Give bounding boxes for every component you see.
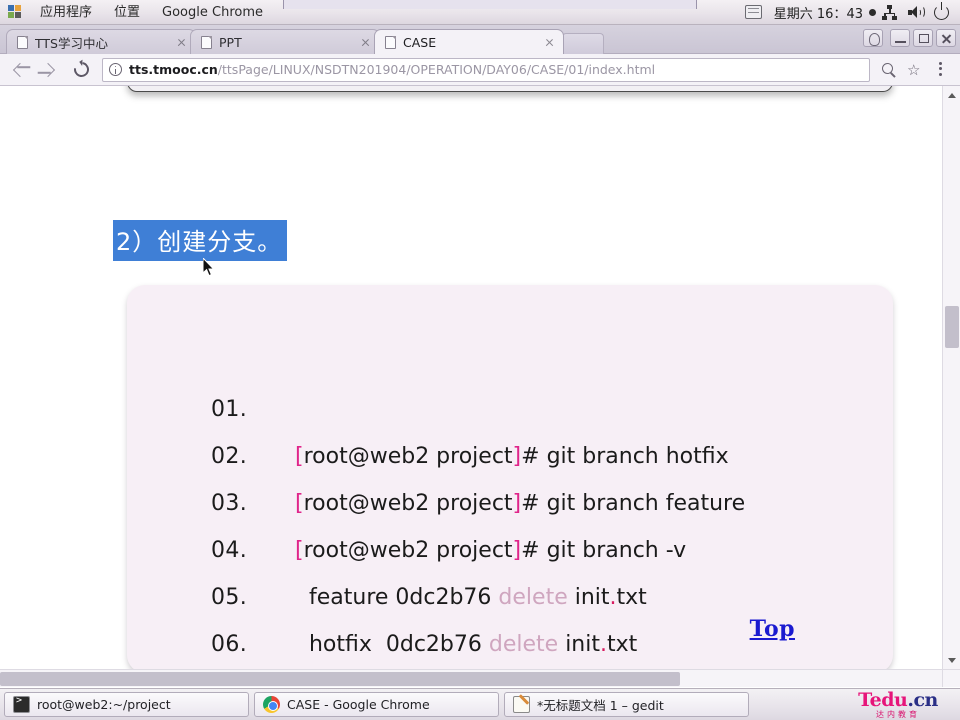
panel-menu-group: 应用程序 位置 Google Chrome [0,0,274,24]
tedu-logo-part1: Tedu [858,688,908,711]
url-text: tts.tmooc.cn/ttsPage/LINUX/NSDTN201904/O… [129,62,655,77]
new-tab-button[interactable] [562,33,604,54]
tab-ppt[interactable]: PPT [190,29,380,54]
tab-label: TTS学习中心 [35,35,108,51]
taskbar-item-label: root@web2:~/project [37,697,171,712]
site-info-icon[interactable] [109,63,122,76]
url-domain: tts.tmooc.cn [129,62,218,77]
browser-toolbar: tts.tmooc.cn/ttsPage/LINUX/NSDTN201904/O… [0,54,960,86]
document-icon [17,35,28,49]
horizontal-scrollbar[interactable] [0,669,942,687]
reload-icon[interactable] [66,55,96,85]
tab-close-icon[interactable] [542,35,557,50]
keyboard-indicator-icon[interactable] [740,0,766,25]
tedu-logo-part2: .cn [907,688,938,711]
three-dot-menu-icon[interactable] [928,57,954,83]
line-content: hotfix 0dc2b76 delete init.txt [295,632,638,657]
gedit-icon [513,696,530,713]
recording-dot-icon [869,8,876,16]
panel-menu-places[interactable]: 位置 [103,0,151,25]
tab-label: CASE [403,34,437,50]
page-heading-selected: 2）创建分支。 [113,220,288,261]
taskbar-item-label: *无标题文档 1 – gedit [537,698,664,713]
code-line: 05. hotfix 0dc2b76 delete init.txt [127,527,893,657]
tedu-logo-text: Tedu.cn [858,688,938,711]
scroll-down-arrow-icon[interactable] [943,651,960,669]
line-number: 06. [211,632,248,657]
tab-close-icon[interactable] [358,35,373,50]
star-bookmark-icon[interactable]: ☆ [902,57,928,83]
tab-tts-learning-center[interactable]: TTS学习中心 [6,29,196,54]
minimize-icon[interactable] [890,29,910,47]
tab-strip: TTS学习中心 PPT CASE [0,25,960,54]
panel-menu-applications[interactable]: 应用程序 [29,0,103,25]
terminal-icon [13,695,30,713]
background-window-fragment [283,0,697,9]
code-line: 06. * master 0dc2b76 delete init.txt [127,574,893,687]
mouse-cursor-icon [202,256,215,277]
window-controls [863,29,956,47]
document-icon [385,35,396,49]
panel-clock[interactable]: 星期六 16：43 [766,3,871,22]
taskbar-item-label: CASE - Google Chrome [287,697,430,712]
volume-icon[interactable] [902,0,928,25]
power-icon[interactable] [928,0,954,25]
page-content: 2）创建分支。 01. [root@web2 project]# git bra… [0,86,942,687]
panel-menu-google-chrome[interactable]: Google Chrome [151,0,274,25]
back-arrow-icon[interactable] [6,55,36,85]
scroll-up-arrow-icon[interactable] [943,86,960,104]
taskbar-item-chrome[interactable]: CASE - Google Chrome [254,692,499,717]
address-bar[interactable]: tts.tmooc.cn/ttsPage/LINUX/NSDTN201904/O… [102,57,870,82]
chrome-window: TTS学习中心 PPT CASE tts.tmooc.cn/ttsPage/LI… [0,25,960,688]
page-viewport: 2）创建分支。 01. [root@web2 project]# git bra… [0,86,960,687]
gnome-applications-logo-icon [8,5,24,19]
tab-case[interactable]: CASE [374,29,564,54]
window-list-taskbar: root@web2:~/project CASE - Google Chrome… [0,688,960,720]
url-path: /ttsPage/LINUX/NSDTN201904/OPERATION/DAY… [217,62,656,77]
tab-close-icon[interactable] [174,35,189,50]
tedu-logo-sub: 达内教育 [876,709,920,719]
taskbar-item-gedit[interactable]: *无标题文档 1 – gedit [504,692,749,717]
code-block: 01. [root@web2 project]# git branch hotf… [127,285,893,687]
vertical-scrollbar[interactable] [942,86,960,669]
document-icon [201,35,212,49]
top-anchor-link[interactable]: Top [750,616,795,642]
code-line: 04. feature 0dc2b76 delete init.txt [127,480,893,610]
previous-code-box-clipped [127,86,893,92]
chrome-icon [263,696,280,713]
vertical-scrollbar-thumb[interactable] [945,306,959,348]
code-line: 01. [root@web2 project]# git branch hotf… [127,339,893,469]
tedu-logo: Tedu.cn 达内教育 [844,690,952,720]
close-icon[interactable] [936,29,956,47]
scrollbar-corner [942,669,960,687]
code-line: 02. [root@web2 project]# git branch feat… [127,386,893,516]
code-line: 03. [root@web2 project]# git branch -v [127,433,893,563]
profile-icon[interactable] [863,29,883,47]
screen-root: 应用程序 位置 Google Chrome 星期六 16：43 TTS学习中心 … [0,0,960,720]
panel-status-group: 星期六 16：43 [740,0,960,24]
taskbar-item-terminal[interactable]: root@web2:~/project [4,692,249,717]
horizontal-scrollbar-thumb[interactable] [0,672,680,686]
search-zoom-icon[interactable] [876,57,902,83]
network-icon[interactable] [876,0,902,25]
forward-arrow-icon[interactable] [36,55,66,85]
tab-label: PPT [219,34,242,50]
maximize-icon[interactable] [913,29,933,47]
